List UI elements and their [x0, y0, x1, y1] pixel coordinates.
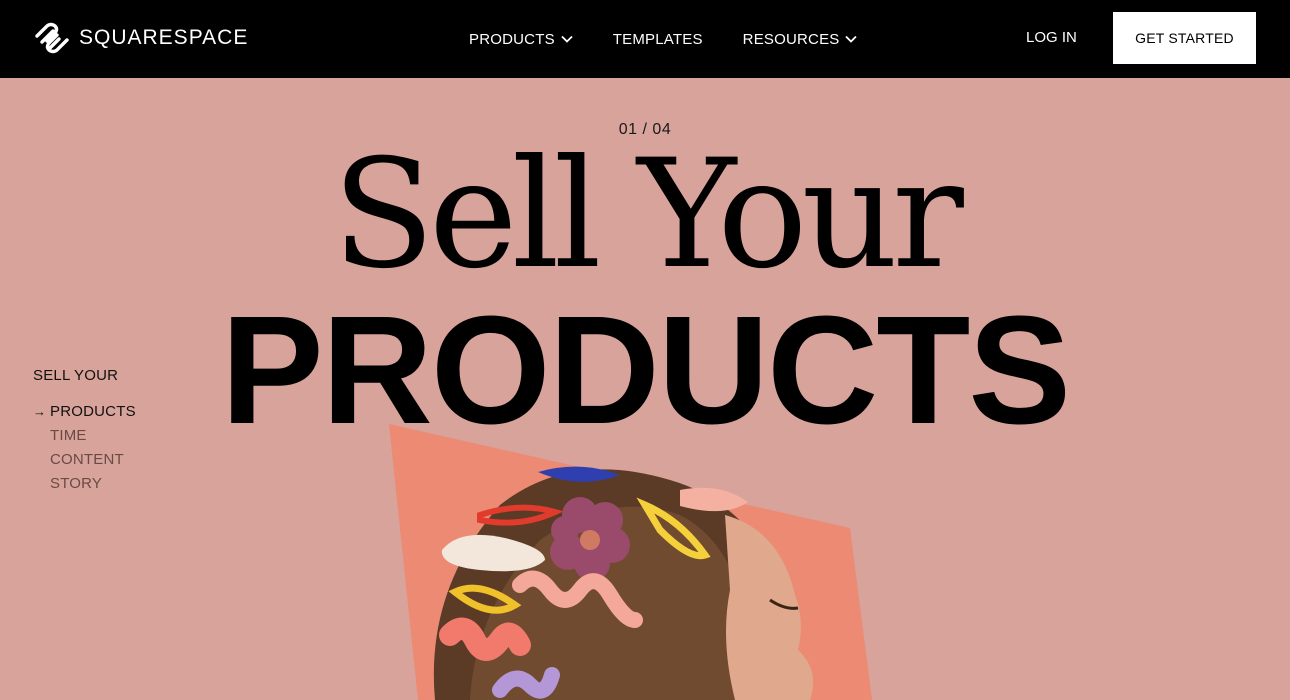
side-nav-item-products[interactable]: → PRODUCTS	[33, 399, 136, 423]
nav-resources-label: RESOURCES	[742, 30, 840, 48]
nav-products-label: PRODUCTS	[469, 30, 555, 48]
side-nav-item-label: TIME	[50, 426, 87, 444]
arrow-right-icon: →	[33, 403, 47, 419]
side-nav-item-story[interactable]: STORY	[33, 471, 136, 495]
side-nav-item-label: CONTENT	[50, 450, 124, 468]
top-navigation-bar: SQUARESPACE PRODUCTS TEMPLATES RESOURCES…	[0, 0, 1290, 78]
hero-image-hair-clips	[389, 424, 872, 700]
login-link[interactable]: LOG IN	[1026, 29, 1077, 46]
brand-name: SQUARESPACE	[79, 26, 249, 49]
squarespace-logo-icon	[35, 22, 69, 54]
nav-products[interactable]: PRODUCTS	[469, 31, 573, 48]
brand-logo[interactable]: SQUARESPACE	[33, 22, 248, 54]
lilac-wavy-clip	[492, 667, 560, 699]
side-nav-title: SELL YOUR	[33, 367, 119, 384]
chevron-down-icon	[561, 35, 573, 43]
main-nav: PRODUCTS TEMPLATES RESOURCES	[469, 0, 858, 78]
nav-templates-label: TEMPLATES	[612, 30, 703, 48]
side-nav-item-label: PRODUCTS	[50, 402, 136, 420]
side-nav-item-label: STORY	[50, 474, 103, 492]
headline-serif: Sell Your	[332, 128, 964, 302]
side-nav-list: → PRODUCTS TIME CONTENT STORY	[33, 399, 136, 495]
chevron-down-icon	[845, 35, 858, 43]
side-nav-item-time[interactable]: TIME	[33, 423, 136, 447]
nav-templates[interactable]: TEMPLATES	[613, 31, 703, 48]
nav-resources[interactable]: RESOURCES	[743, 31, 858, 48]
get-started-button[interactable]: GET STARTED	[1113, 12, 1256, 64]
side-nav-item-content[interactable]: CONTENT	[33, 447, 136, 471]
